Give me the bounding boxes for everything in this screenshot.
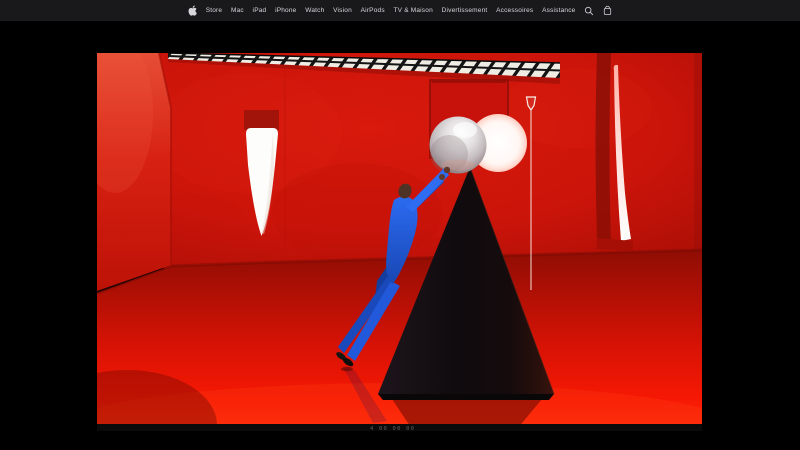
nav-item-iphone[interactable]: iPhone: [275, 7, 296, 14]
left-wall-corner: [97, 53, 172, 291]
nav-item-airpods[interactable]: AirPods: [361, 7, 385, 14]
nav-item-assistance[interactable]: Assistance: [542, 7, 575, 14]
global-nav: Store Mac iPad iPhone Watch Vision AirPo…: [0, 0, 800, 21]
hero-video-frame[interactable]: 4 00 00 00: [97, 53, 702, 431]
bottom-strip: 4 00 00 00: [97, 424, 702, 431]
silver-sphere: [429, 116, 487, 174]
apple-logo-icon[interactable]: [188, 5, 197, 16]
nav-item-ipad[interactable]: iPad: [253, 7, 267, 14]
nav-item-vision[interactable]: Vision: [333, 7, 352, 14]
nav-item-accessoires[interactable]: Accessoires: [496, 7, 533, 14]
nav-item-tv-maison[interactable]: TV & Maison: [393, 7, 432, 14]
shopping-bag-icon[interactable]: [603, 5, 612, 16]
search-icon[interactable]: [584, 6, 594, 16]
timecode-text: 4 00 00 00: [370, 426, 415, 431]
nav-item-watch[interactable]: Watch: [305, 7, 324, 14]
nav-item-mac[interactable]: Mac: [231, 7, 244, 14]
global-nav-inner: Store Mac iPad iPhone Watch Vision AirPo…: [188, 5, 612, 16]
nav-item-store[interactable]: Store: [206, 7, 223, 14]
nav-item-divertissement[interactable]: Divertissement: [442, 7, 488, 14]
